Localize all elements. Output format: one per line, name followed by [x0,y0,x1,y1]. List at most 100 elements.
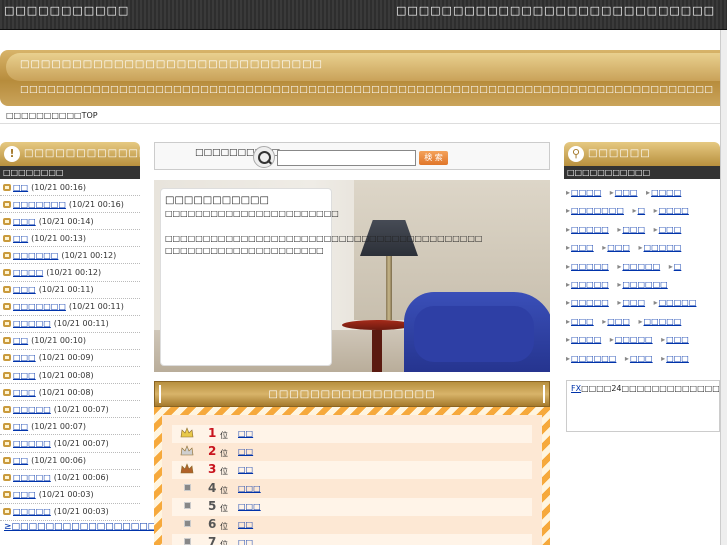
folder-icon [3,474,11,482]
list-item-time: (10/21 00:08) [38,370,94,380]
tag-link[interactable]: □□□ [661,354,689,363]
banner-description: □□□□□□□□□□□□□□□□□□□□□□□□□□□□□□□□□□□□□□□□… [20,85,714,95]
rank-link[interactable]: □□ [238,465,253,474]
armchair [404,292,550,372]
list-item-link[interactable]: □□□ [13,217,36,226]
tag-link[interactable]: □□□ [566,243,594,252]
tag-link[interactable]: □□□□□□□ [566,206,624,215]
list-item-link[interactable]: □□□□□ [13,507,51,516]
rank-link[interactable]: □□□ [238,484,261,493]
folder-icon [3,405,11,413]
tag-link[interactable]: □□□□ [566,335,601,344]
list-item-link[interactable]: □□□□□□ [13,251,58,260]
tag-link[interactable]: □□□ [661,335,689,344]
hero-body: □□□□□□□□□□□□□□□□□□□□□□□□□□□□□□□□□□□□□□□□… [165,233,483,257]
tag-link[interactable]: □□□ [610,188,638,197]
list-item-time: (10/21 00:16) [68,199,124,209]
list-item-link[interactable]: □□□□□□□ [13,302,66,311]
list-item-link[interactable]: □□□□□ [13,473,51,482]
search-button[interactable]: 検 索 [419,151,448,165]
hero-card: □□□□□□□□□□□ □□□□□□□□□□□□□□□□□□□□□□□ □□□□… [160,188,483,366]
rank-suffix: 位 [220,449,228,459]
rank-link[interactable]: □□ [238,447,253,456]
tag-link[interactable]: □□□ [602,243,630,252]
tag-link[interactable]: □□□□□ [566,298,609,307]
folder-icon [3,439,11,447]
tag-link[interactable]: □□□□□ [610,335,653,344]
tag-link[interactable]: □□□□□ [566,262,609,271]
list-item: □□□ (10/21 00:08) [0,384,140,402]
rank-link[interactable]: □□ [238,538,253,545]
breadcrumb[interactable]: □□□□□□□□□□TOP [6,111,98,120]
list-item-link[interactable]: □□□ [13,353,36,362]
list-item-link[interactable]: □□□ [13,285,36,294]
list-item: □□ (10/21 00:13) [0,230,140,248]
list-item-link[interactable]: □□□□□□□ [13,200,66,209]
hero-body-line: □□□□□□□□□□□□□□□□□□□□□□□□□□□□□□□□□□□□□□□□… [165,234,483,243]
tag-link[interactable]: □ [669,262,682,271]
tag-link[interactable]: □□□ [617,225,645,234]
banner-headline: □□□□□□□□□□□□□□□□□□□□□□□□□□□□□ [20,59,323,70]
tag-link[interactable]: □□□□□□ [566,354,616,363]
tag-link[interactable]: □□□ [566,317,594,326]
list-item-link[interactable]: □□□□□ [13,439,51,448]
list-item-link[interactable]: □□ [13,456,28,465]
tag-link[interactable]: □□□□□ [654,298,697,307]
list-item: □□□□ (10/21 00:12) [0,264,140,282]
tag-link[interactable]: □□□□□ [639,243,682,252]
tag-link[interactable]: □□□□□ [639,317,682,326]
rank-number: 6 [208,517,217,531]
side-table-leg [372,330,382,372]
list-item-link[interactable]: □□□ [13,490,36,499]
tag-link[interactable]: □ [632,206,646,215]
list-item: □□□□□ (10/21 00:11) [0,316,140,333]
rank-dot-icon [184,538,191,545]
list-item-link[interactable]: □□□ [13,371,36,380]
rank-link[interactable]: □□□ [238,502,261,511]
tag-link[interactable]: □□□ [602,317,630,326]
list-item-time: (10/21 00:11) [38,285,94,295]
tag-link[interactable]: □□□□□□ [617,280,667,289]
list-item-link[interactable]: □□ [13,234,28,243]
side-table [342,320,412,330]
list-item-time: (10/21 00:09) [38,353,94,363]
list-item-link[interactable]: □□□□□ [13,319,51,328]
list-item-time: (10/21 00:03) [53,507,109,517]
list-item-link[interactable]: □□ [13,336,28,345]
ranking-row: 5 位 □□□ [172,497,532,516]
tag-link[interactable]: □□□□ [566,188,601,197]
divider [0,123,720,124]
tag-link[interactable]: □□□□ [654,206,689,215]
tag-link[interactable]: □□□□□ [566,225,609,234]
rank-link[interactable]: □□ [238,429,253,438]
rank-dot-icon [184,520,191,527]
tag-link[interactable]: □□□ [617,298,645,307]
rank-suffix: 位 [220,467,228,477]
rank-link[interactable]: □□ [238,520,253,529]
list-item-link[interactable]: □□□□□ [13,405,51,414]
ranking-row: 7 位 □□ [172,534,532,545]
search-input[interactable] [277,150,416,166]
tag-link[interactable]: □□□ [625,354,653,363]
rank-dot-icon [184,483,191,491]
scrollbar[interactable] [721,30,727,545]
fx-link[interactable]: FX [571,384,581,393]
tag-link[interactable]: □□□□□ [617,262,660,271]
site-title[interactable]: □□□□□□□□□□□ [4,4,129,17]
folder-icon [3,251,11,259]
left-section-subheader: □□□□□□□□ [0,166,140,179]
tag-link[interactable]: □□□□□ [566,280,609,289]
list-item: □□ (10/21 00:10) [0,333,140,350]
ranking-row: 1 位 □□ [172,425,532,443]
tag-link[interactable]: □□□□ [646,188,681,197]
list-item-link[interactable]: □□ [13,422,28,431]
list-item-link[interactable]: □□ [13,183,28,192]
ranking-row: 2 位 □□ [172,443,532,462]
folder-icon [3,491,11,499]
list-item: □□ (10/21 00:06) [0,453,140,470]
tag-link[interactable]: □□□ [654,225,682,234]
list-item-link[interactable]: □□□ [13,388,36,397]
list-item: □□□□□□□ (10/21 00:11) [0,299,140,316]
list-item-link[interactable]: □□□□ [13,268,43,277]
tag-cloud: □□□□ □□□ □□□□ □□□□□□□ □ □□□□ □□□□□ □□□ □… [566,184,720,370]
